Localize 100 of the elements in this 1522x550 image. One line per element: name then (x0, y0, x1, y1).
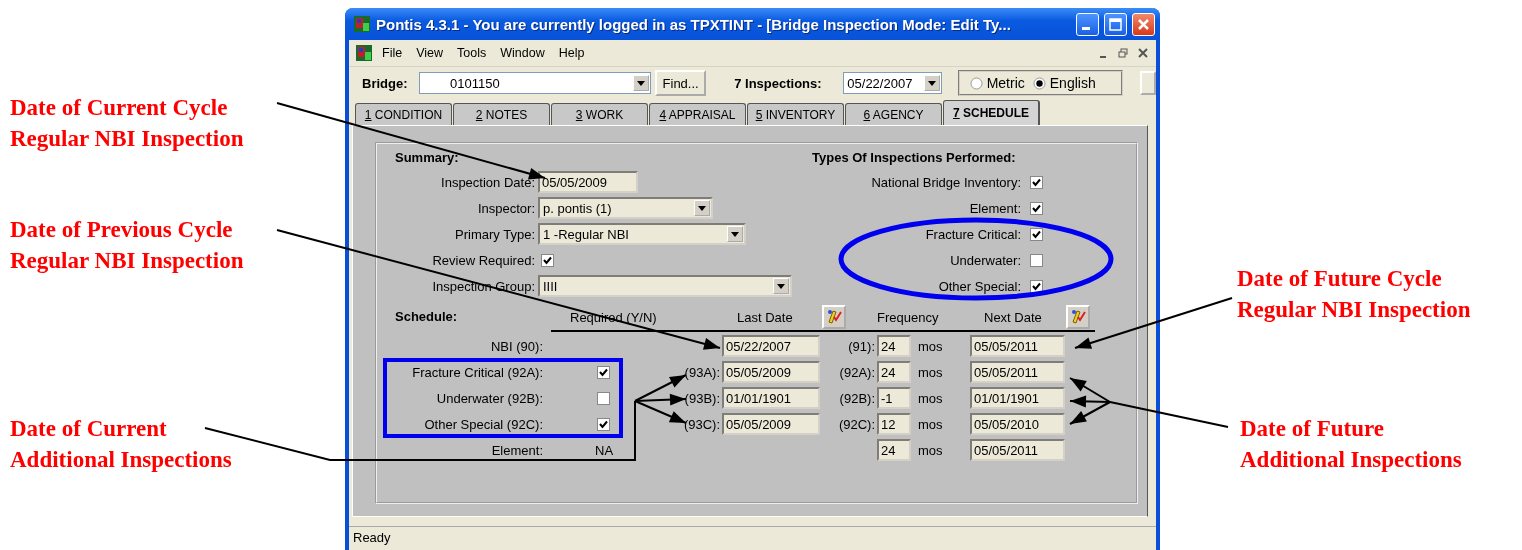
tab[interactable]: 3 WORK (551, 103, 648, 125)
dropdown-field[interactable]: p. pontis (1) (538, 197, 713, 219)
checkbox[interactable] (1030, 201, 1043, 215)
date-field[interactable]: 05/05/2011 (970, 335, 1065, 357)
checkbox-label: Fracture Critical: (924, 226, 1021, 242)
checkbox[interactable] (1030, 253, 1043, 267)
code-label: (93C): (682, 416, 721, 432)
radio-button[interactable]: Metric (969, 75, 1025, 91)
tab[interactable]: 7 SCHEDULE (943, 100, 1040, 125)
field-label: Inspector: (476, 200, 536, 216)
date-field[interactable]: 01/01/1901 (970, 387, 1065, 409)
tool-button[interactable] (1066, 305, 1090, 329)
maximize-button[interactable] (1104, 12, 1127, 36)
field-label: Review Required: (431, 252, 536, 268)
inspection-dropdown[interactable]: 05/22/2007 (843, 72, 942, 94)
pencil-check-icon (825, 308, 843, 326)
tab[interactable]: 6 AGENCY (845, 103, 942, 125)
unit-label: mos (917, 442, 944, 458)
status-text: Ready (353, 530, 391, 545)
checkbox-label: Underwater: (949, 252, 1021, 268)
menu-item[interactable]: File (375, 46, 410, 60)
callout-text: Date of Previous Cycle Regular NBI Inspection (10, 216, 244, 275)
minimize-button[interactable] (1076, 12, 1099, 36)
date-field[interactable]: 05/05/2009 (722, 361, 820, 383)
checkbox-label: National Bridge Inventory: (870, 174, 1021, 190)
tool-button[interactable] (822, 305, 846, 329)
code-label: (93B): (683, 390, 721, 406)
required-value: NA (595, 442, 614, 458)
checkbox[interactable] (1030, 227, 1043, 241)
callout-text: Date of Future Additional Inspections (1240, 415, 1462, 474)
menu-item[interactable]: Tools (450, 46, 494, 60)
frequency-field[interactable]: 12 (877, 413, 911, 435)
checkbox[interactable] (597, 365, 610, 379)
tab[interactable]: 5 INVENTORY (747, 103, 844, 125)
caret-icon (637, 80, 645, 86)
menu-item[interactable]: Help (551, 46, 592, 60)
section-title: Schedule: (394, 308, 459, 326)
checkbox[interactable] (1030, 175, 1043, 189)
checkmark-icon (1032, 229, 1041, 239)
find-button[interactable]: Find... (655, 70, 707, 96)
row-label: NBI (90): (490, 338, 544, 354)
callout-text: Date of Future Cycle Regular NBI Inspection (1237, 265, 1471, 324)
code-label: (91): (847, 338, 876, 354)
minimize-icon (1081, 27, 1090, 30)
tab[interactable]: 1 CONDITION (355, 103, 452, 125)
checkbox-label: Element: (968, 200, 1021, 216)
caret-icon (731, 231, 739, 237)
date-field[interactable]: 01/01/1901 (722, 387, 820, 409)
frequency-field[interactable]: 24 (877, 439, 911, 461)
field-label: Inspection Date: (440, 174, 536, 190)
code-label: (92B): (838, 390, 876, 406)
row-label: Fracture Critical (92A): (411, 364, 544, 380)
field-label: Inspection Group: (431, 278, 536, 294)
checkbox[interactable] (597, 417, 610, 431)
unit-label: mos (917, 364, 944, 380)
checkbox[interactable] (541, 253, 554, 267)
column-header: Frequency (877, 309, 940, 325)
checkbox[interactable] (597, 391, 610, 405)
pencil-check-icon (1069, 308, 1087, 326)
frequency-field[interactable]: -1 (877, 387, 911, 409)
app-icon (353, 15, 371, 33)
date-field[interactable]: 05/05/2010 (970, 413, 1065, 435)
tab[interactable]: 4 APPRAISAL (649, 103, 746, 125)
radio-button[interactable]: English (1032, 75, 1096, 91)
callout-text: Date of Current Additional Inspections (10, 415, 232, 474)
menu-item[interactable]: View (409, 46, 451, 60)
code-label: (93A): (683, 364, 721, 380)
row-label: Underwater (92B): (435, 390, 544, 406)
section-title: Summary: (394, 149, 460, 167)
unit-label: mos (917, 390, 944, 406)
menu-item[interactable]: Window (493, 46, 552, 60)
frequency-field[interactable]: 24 (877, 361, 911, 383)
checkbox-label: Other Special: (937, 278, 1021, 294)
caret-icon (777, 283, 785, 289)
close-button[interactable] (1132, 12, 1155, 36)
date-field[interactable]: 05/05/2011 (970, 361, 1065, 383)
close-icon (1138, 48, 1148, 58)
field-label: 7 Inspections: (734, 75, 823, 91)
date-field[interactable]: 05/05/2009 (538, 171, 638, 193)
window-title: Pontis 4.3.1 - You are currently logged in as TPXTINT - [Bridge Inspection Mode: Edit Ty... (376, 15, 1012, 33)
column-header: Last Date (736, 309, 794, 325)
checkmark-icon (1032, 177, 1041, 187)
dropdown-field[interactable]: IIII (538, 275, 792, 297)
code-label: (92C): (837, 416, 876, 432)
unit-label: mos (917, 338, 944, 354)
row-label: Other Special (92C): (423, 416, 544, 432)
tab[interactable]: 2 NOTES (453, 103, 550, 125)
app-icon (355, 44, 373, 62)
date-field[interactable]: 05/05/2011 (970, 439, 1065, 461)
field-label: Bridge: (362, 75, 409, 91)
field-label: Primary Type: (454, 226, 536, 242)
checkmark-icon (1032, 203, 1041, 213)
column-header: Next Date (983, 309, 1043, 325)
date-field[interactable]: 05/05/2009 (722, 413, 820, 435)
dropdown-field[interactable]: 1 -Regular NBI (538, 223, 746, 245)
bridge-dropdown[interactable]: 0101150 (419, 72, 651, 94)
date-field[interactable]: 05/22/2007 (722, 335, 820, 357)
checkbox[interactable] (1030, 279, 1043, 293)
code-label: (92A): (838, 364, 876, 380)
frequency-field[interactable]: 24 (877, 335, 911, 357)
